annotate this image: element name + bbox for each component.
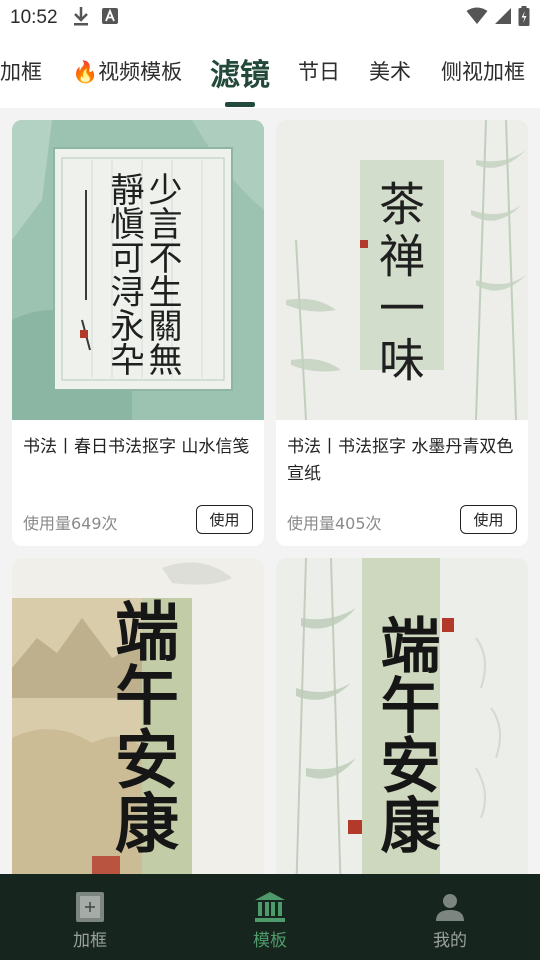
frame-add-icon bbox=[73, 890, 107, 924]
nav-item-profile[interactable]: 我的 bbox=[360, 874, 540, 960]
use-button[interactable]: 使用 bbox=[196, 505, 253, 534]
tab-label: 视频模板 bbox=[98, 60, 183, 84]
template-icon bbox=[253, 890, 287, 924]
download-icon bbox=[72, 6, 90, 30]
nav-item-frame[interactable]: 加框 bbox=[0, 874, 180, 960]
tab-indicator bbox=[225, 102, 255, 107]
calligraphy-text: 端午安康 bbox=[104, 598, 179, 854]
template-title: 书法丨春日书法抠字 山水信笺 bbox=[23, 437, 250, 457]
template-card[interactable]: 茶禅一味 书法丨书法抠字 水墨丹青双色宣纸 使用量405次 使用 bbox=[276, 120, 528, 546]
bottom-nav: 加框 模板 我的 bbox=[0, 874, 540, 960]
calligraphy-text: 少言不生關無 bbox=[142, 172, 182, 376]
battery-charging-icon bbox=[518, 6, 530, 30]
template-title: 书法丨书法抠字 水墨丹青双色宣纸 bbox=[287, 437, 514, 484]
use-button[interactable]: 使用 bbox=[460, 505, 517, 534]
tab-video-template[interactable]: 🔥视频模板 bbox=[72, 56, 182, 86]
template-card[interactable]: 端午安康 bbox=[276, 558, 528, 874]
tab-side-frame[interactable]: 侧视加框 bbox=[441, 56, 525, 86]
tab-filter[interactable]: 滤镜 bbox=[210, 50, 270, 94]
calligraphy-text: 靜愼可浔永卆 bbox=[104, 172, 144, 376]
profile-icon bbox=[433, 890, 467, 924]
tab-frame[interactable]: 加框 bbox=[0, 56, 42, 86]
template-thumbnail[interactable]: 端午安康 bbox=[12, 558, 264, 874]
tab-holiday[interactable]: 节日 bbox=[298, 56, 340, 86]
signal-icon bbox=[494, 7, 512, 29]
template-card[interactable]: 少言不生關無 靜愼可浔永卆 书法丨春日书法抠字 山水信笺 使用量649次 使用 bbox=[12, 120, 264, 546]
nav-label: 我的 bbox=[433, 931, 467, 951]
template-grid: 少言不生關無 靜愼可浔永卆 书法丨春日书法抠字 山水信笺 使用量649次 使用 bbox=[0, 108, 540, 874]
template-card[interactable]: 端午安康 bbox=[12, 558, 264, 874]
nav-label: 加框 bbox=[73, 931, 107, 951]
tab-art[interactable]: 美术 bbox=[369, 56, 411, 86]
nav-label: 模板 bbox=[253, 931, 287, 951]
usage-count: 使用量405次 bbox=[287, 514, 382, 533]
template-thumbnail[interactable]: 茶禅一味 bbox=[276, 120, 528, 420]
calligraphy-text: 茶禅一味 bbox=[372, 180, 426, 388]
template-thumbnail[interactable]: 端午安康 bbox=[276, 558, 528, 874]
status-time: 10:52 bbox=[10, 7, 58, 28]
status-bar: 10:52 bbox=[0, 0, 540, 36]
usage-count: 使用量649次 bbox=[23, 514, 118, 533]
template-thumbnail[interactable]: 少言不生關無 靜愼可浔永卆 bbox=[12, 120, 264, 420]
text-a-icon bbox=[101, 8, 118, 28]
nav-item-template[interactable]: 模板 bbox=[180, 874, 360, 960]
wifi-icon bbox=[466, 7, 488, 29]
category-tabs: 加框 🔥视频模板 滤镜 节日 美术 侧视加框 bbox=[0, 36, 540, 108]
fire-icon: 🔥 bbox=[72, 60, 99, 84]
calligraphy-text: 端午安康 bbox=[370, 614, 440, 854]
